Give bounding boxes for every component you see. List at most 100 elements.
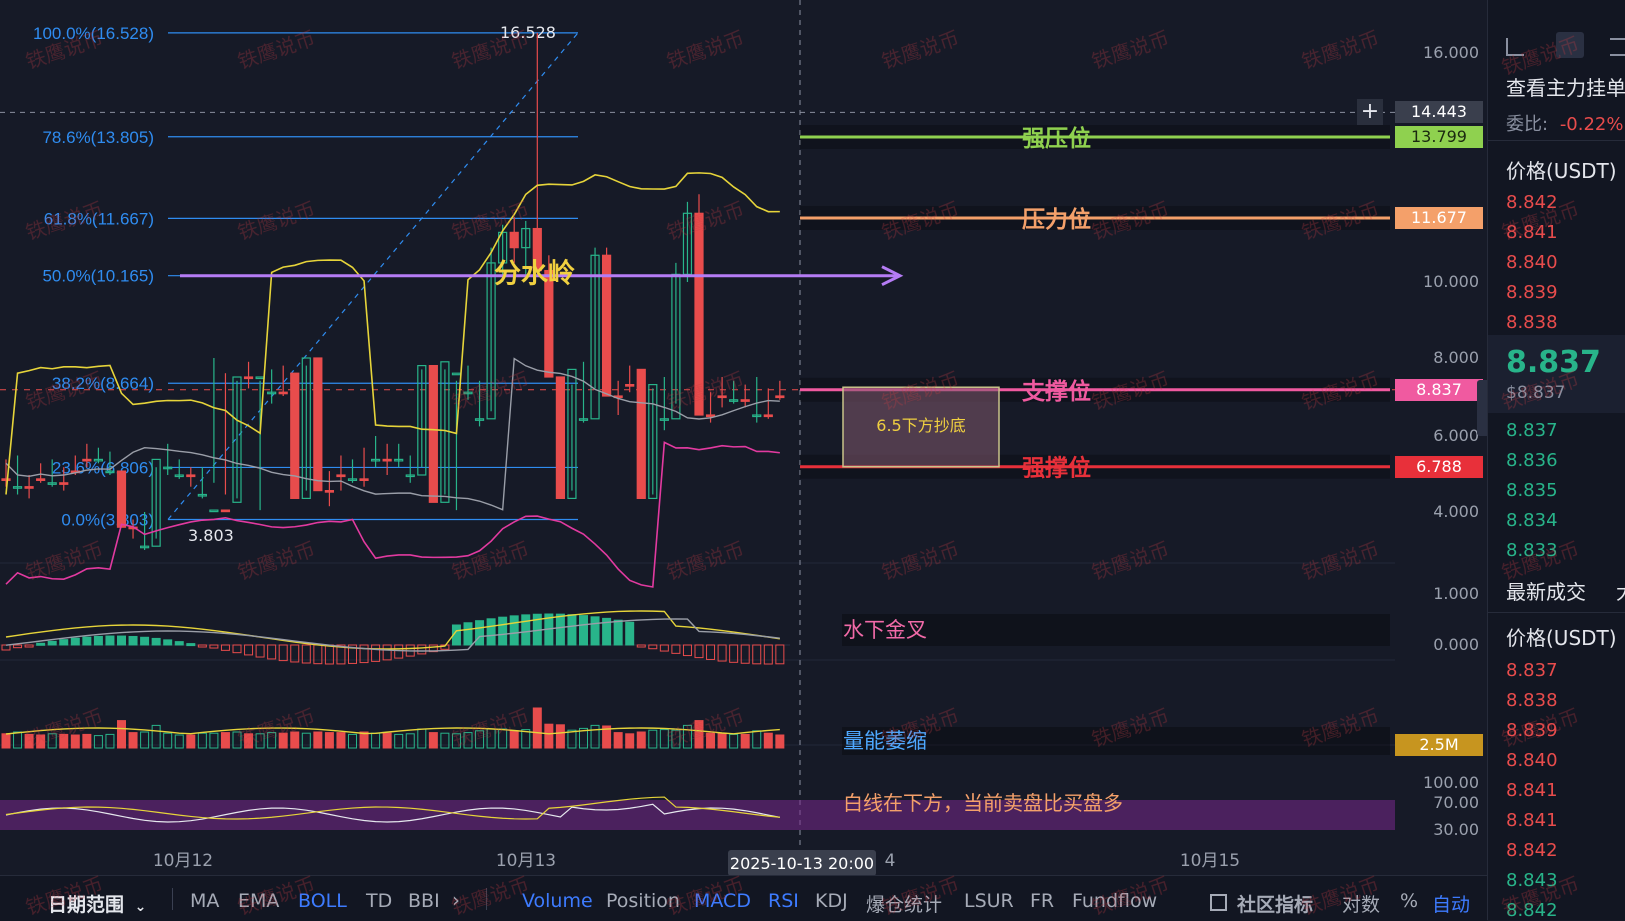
- mid-price-box: 8.837 $8.837: [1488, 335, 1625, 413]
- candle: [220, 509, 231, 513]
- chevron-down-icon: ⌄: [134, 899, 147, 915]
- macd-bar: [682, 644, 692, 657]
- trade-price[interactable]: 8.838: [1506, 690, 1558, 711]
- bid-price[interactable]: 8.834: [1506, 510, 1558, 531]
- sub-indicator-tab[interactable]: MACD: [694, 890, 751, 912]
- candle: [451, 372, 462, 376]
- macd-bar: [59, 639, 69, 646]
- trade-price[interactable]: 8.837: [1506, 660, 1558, 681]
- volume-bar: [105, 733, 115, 749]
- price-tick: 8.000: [1433, 348, 1479, 367]
- candle: [36, 478, 46, 481]
- ask-price[interactable]: 8.842: [1506, 192, 1558, 213]
- fib-label: 38.2%(8.664): [52, 374, 154, 393]
- mid-price: 8.837: [1506, 345, 1601, 380]
- macd-bar: [382, 644, 392, 661]
- list-icon[interactable]: [1610, 38, 1625, 56]
- volume-bar: [220, 732, 230, 749]
- sub-indicator-tab[interactable]: RSI: [768, 890, 799, 912]
- trade-price[interactable]: 8.842: [1506, 900, 1558, 920]
- ask-price[interactable]: 8.839: [1506, 282, 1558, 303]
- indicator-ema[interactable]: EMA: [238, 890, 279, 912]
- candle: [209, 509, 219, 513]
- sub-indicator-tab[interactable]: LSUR: [964, 890, 1014, 912]
- macd-bar: [244, 644, 254, 656]
- volume-bar: [255, 733, 265, 749]
- macd-bar: [1, 644, 11, 651]
- trade-price[interactable]: 8.839: [1506, 720, 1558, 741]
- date-range-dropdown[interactable]: 日期范围 ⌄: [48, 890, 146, 917]
- candle: [428, 365, 438, 503]
- sub-indicator-tab[interactable]: Volume: [522, 890, 593, 912]
- auto-scale-toggle[interactable]: 自动: [1432, 890, 1470, 917]
- macd-bar: [290, 644, 300, 663]
- level-price-tag: 8.837: [1395, 378, 1483, 401]
- fib-label: 100.0%(16.528): [33, 24, 154, 43]
- macd-bar: [706, 644, 716, 660]
- expand-icon[interactable]: [1506, 38, 1524, 56]
- recent-trades-title[interactable]: 最新成交: [1506, 576, 1586, 605]
- sub-indicator-tab[interactable]: Fundflow: [1072, 890, 1157, 912]
- volume-bar: [694, 720, 704, 749]
- trade-price[interactable]: 8.842: [1506, 840, 1558, 861]
- indicator-boll[interactable]: BOLL: [298, 890, 347, 912]
- trade-price[interactable]: 8.840: [1506, 750, 1558, 771]
- volume-bar: [394, 733, 404, 749]
- macd-signal: [5, 618, 780, 652]
- candle: [359, 478, 369, 481]
- sub-indicator-tab[interactable]: Position: [606, 890, 680, 912]
- trades-extra[interactable]: 大: [1616, 576, 1625, 605]
- macd-bar: [579, 615, 588, 646]
- add-alert-icon[interactable]: +: [1357, 99, 1383, 126]
- collapse-panel-icon[interactable]: [1477, 380, 1487, 436]
- indicator-ma[interactable]: MA: [190, 890, 219, 912]
- macd-bar: [324, 644, 334, 665]
- volume-bar: [313, 731, 323, 749]
- order-ratio-value: -0.22%: [1559, 114, 1624, 135]
- trade-price[interactable]: 8.843: [1506, 870, 1558, 891]
- volume-bar: [163, 732, 173, 749]
- price-tick: 10.000: [1423, 272, 1479, 291]
- community-indicators[interactable]: 社区指标: [1210, 890, 1313, 917]
- percent-toggle[interactable]: %: [1400, 890, 1418, 912]
- sub-indicator-tab[interactable]: 爆仓统计: [866, 890, 942, 917]
- volume-bar: [636, 731, 646, 749]
- macd-bar: [567, 614, 577, 646]
- candle: [255, 376, 265, 380]
- indicator-td[interactable]: TD: [366, 890, 392, 912]
- sub-indicator-tab[interactable]: FR: [1030, 890, 1054, 912]
- price-chart[interactable]: 100.0%(16.528) 78.6%(13.805) 61.8%(11.667)…: [0, 0, 1395, 875]
- macd-bar: [417, 644, 427, 655]
- time-tick: 4: [885, 851, 896, 871]
- bid-price[interactable]: 8.836: [1506, 450, 1558, 471]
- trade-price[interactable]: 8.841: [1506, 780, 1558, 801]
- rsi-tick: 30.00: [1433, 820, 1479, 839]
- macd-tick: 0.000: [1433, 635, 1479, 654]
- volume-bar: [278, 732, 288, 749]
- order-book-panel: 查看主力挂单 委比: -0.22% 价格(USDT) 8.842 8.841 8.8…: [1487, 0, 1625, 920]
- edit-icon: [1210, 894, 1227, 911]
- ask-price[interactable]: 8.840: [1506, 252, 1558, 273]
- volume-bar: [440, 732, 450, 749]
- main-orders-link[interactable]: 查看主力挂单: [1506, 72, 1625, 101]
- macd-bar: [613, 619, 623, 646]
- ask-price[interactable]: 8.838: [1506, 312, 1558, 333]
- macd-bar: [220, 644, 230, 651]
- indicator-bbi[interactable]: BBI: [408, 890, 440, 912]
- macd-bar: [140, 636, 150, 646]
- bid-price[interactable]: 8.833: [1506, 540, 1558, 561]
- layout-icon[interactable]: [1556, 32, 1584, 58]
- candle: [1, 478, 11, 481]
- bid-price[interactable]: 8.835: [1506, 480, 1558, 501]
- log-scale-toggle[interactable]: 对数: [1342, 890, 1380, 917]
- sub-indicator-tab[interactable]: KDJ: [815, 890, 848, 912]
- macd-bar: [590, 616, 600, 646]
- price-axis[interactable]: 16.000 10.000 8.000 6.000 4.000 1.000 0.000 100…: [1357, 0, 1487, 875]
- volume-bar: [140, 731, 150, 749]
- trade-price[interactable]: 8.841: [1506, 810, 1558, 831]
- bid-price[interactable]: 8.837: [1506, 420, 1558, 441]
- fib-low-label: 3.803: [188, 526, 234, 545]
- price-tick: 16.000: [1423, 43, 1479, 62]
- chevron-right-icon[interactable]: ›: [452, 888, 460, 912]
- ask-price[interactable]: 8.841: [1506, 222, 1558, 243]
